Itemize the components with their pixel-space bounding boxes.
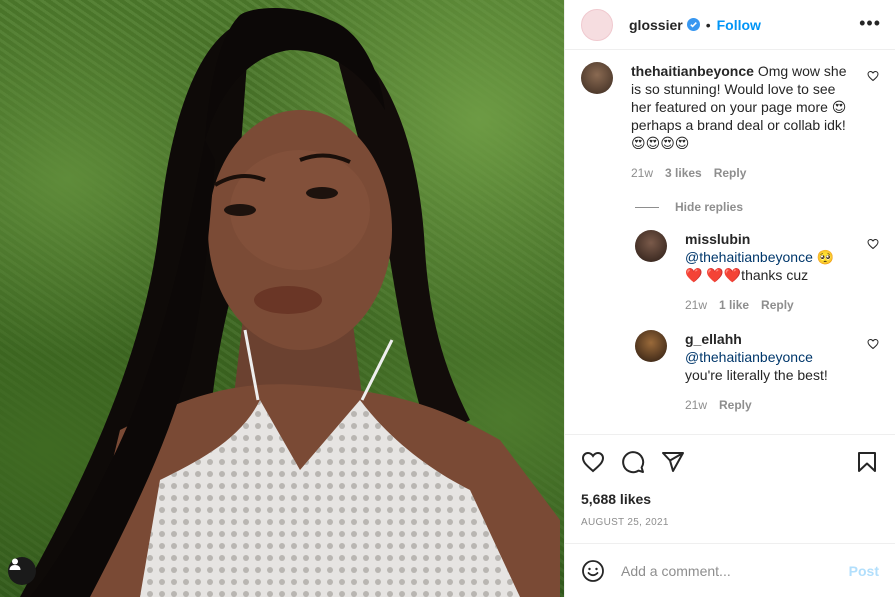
tagged-user-icon[interactable]	[8, 557, 36, 585]
post-image[interactable]	[0, 0, 564, 597]
emoji-icon[interactable]	[581, 559, 605, 583]
reply-username[interactable]: g_ellahh	[685, 330, 851, 348]
reply-body: misslubin @thehaitianbeyonce 🥺❤️ ❤️❤️tha…	[685, 230, 851, 314]
reply-button[interactable]: Reply	[761, 296, 794, 314]
share-paper-plane-icon[interactable]	[661, 450, 685, 474]
comment-username[interactable]: thehaitianbeyonce	[631, 63, 754, 79]
post-actions: 5,688 likes AUGUST 25, 2021	[565, 434, 895, 544]
like-comment-heart-icon[interactable]	[867, 70, 879, 82]
reply-meta: 21w 1 like Reply	[685, 296, 851, 314]
hide-replies-label: Hide replies	[675, 200, 744, 214]
reply-likes[interactable]: 1 like	[719, 296, 749, 314]
comment-input[interactable]	[621, 562, 849, 579]
likes-count[interactable]: 5,688 likes	[581, 491, 879, 507]
post-sidebar: glossier • Follow ••• thehaitianbeyonce …	[564, 0, 895, 597]
reply-text: you're literally the best!	[685, 367, 828, 383]
like-reply-heart-icon[interactable]	[867, 238, 879, 250]
reply-button[interactable]: Reply	[719, 396, 752, 414]
reply-mention[interactable]: @thehaitianbeyonce	[685, 249, 813, 265]
comment-bubble-icon[interactable]	[621, 450, 645, 474]
post-date[interactable]: AUGUST 25, 2021	[581, 517, 879, 528]
comment-body: thehaitianbeyonce Omg wow she is so stun…	[631, 62, 859, 182]
reply-meta: 21w Reply	[685, 396, 851, 414]
replier-avatar[interactable]	[635, 230, 667, 262]
separator-dot: •	[705, 16, 711, 33]
follow-button[interactable]: Follow	[717, 17, 761, 33]
hide-replies-toggle[interactable]: Hide replies	[635, 200, 879, 214]
author-avatar[interactable]	[581, 8, 613, 41]
verified-badge-icon	[686, 18, 700, 31]
reply-username[interactable]: misslubin	[685, 230, 851, 248]
reply-body: g_ellahh @thehaitianbeyonce you're liter…	[685, 330, 851, 414]
action-icons	[581, 449, 879, 475]
post-header: glossier • Follow •••	[565, 0, 895, 50]
portrait-illustration	[20, 8, 560, 597]
comment-item: thehaitianbeyonce Omg wow she is so stun…	[581, 62, 879, 182]
comments-list[interactable]: thehaitianbeyonce Omg wow she is so stun…	[565, 50, 895, 434]
reply-item: misslubin @thehaitianbeyonce 🥺❤️ ❤️❤️tha…	[635, 230, 879, 314]
replier-avatar[interactable]	[635, 330, 667, 362]
author-username[interactable]: glossier	[629, 17, 683, 33]
comment-likes[interactable]: 3 likes	[665, 164, 702, 182]
add-comment-bar: Post	[565, 543, 895, 597]
like-heart-icon[interactable]	[581, 450, 605, 474]
post-comment-button[interactable]: Post	[849, 563, 879, 579]
reply-item: g_ellahh @thehaitianbeyonce you're liter…	[635, 330, 879, 414]
hide-replies-line	[635, 206, 659, 208]
more-options-icon[interactable]: •••	[859, 14, 881, 32]
comment-time[interactable]: 21w	[631, 164, 653, 182]
reply-mention[interactable]: @thehaitianbeyonce	[685, 348, 851, 366]
save-bookmark-icon[interactable]	[855, 450, 879, 474]
like-reply-heart-icon[interactable]	[867, 338, 879, 350]
reply-button[interactable]: Reply	[714, 164, 747, 182]
commenter-avatar[interactable]	[581, 62, 613, 94]
comment-meta: 21w 3 likes Reply	[631, 164, 859, 182]
reply-time[interactable]: 21w	[685, 396, 707, 414]
reply-time[interactable]: 21w	[685, 296, 707, 314]
